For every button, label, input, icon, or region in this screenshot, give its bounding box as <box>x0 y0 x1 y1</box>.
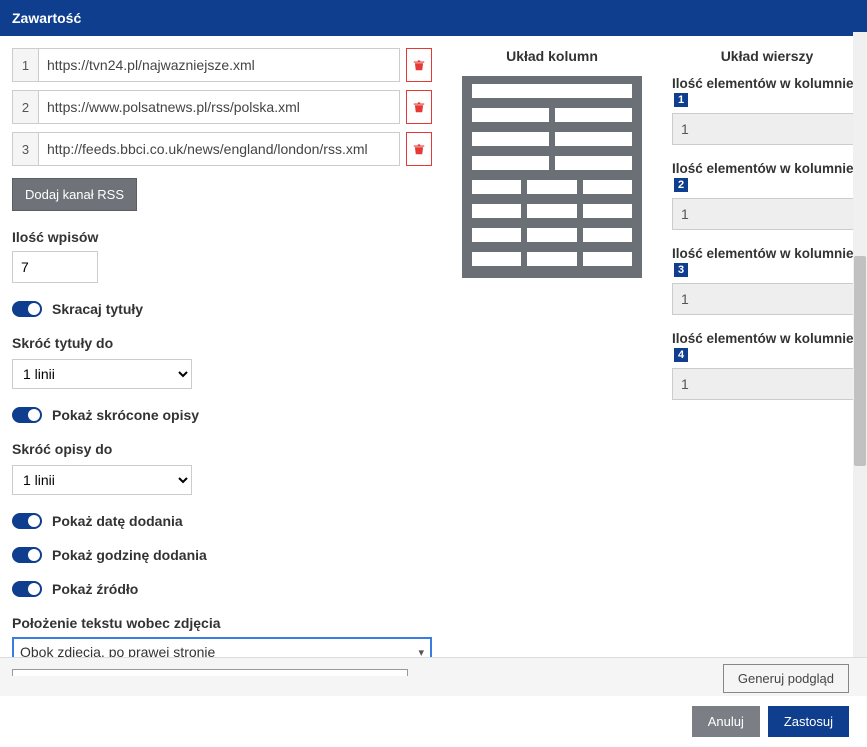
toggle-show-time-label: Pokaż godzinę dodania <box>52 547 207 563</box>
rss-row: 2 <box>12 90 432 124</box>
layout-cell <box>555 132 632 146</box>
left-column: 1 2 3 Dodaj kanał RSS Ilość wpisów Skracaj… <box>12 48 432 664</box>
toggle-show-source-label: Pokaż źródło <box>52 581 138 597</box>
layout-cell <box>527 228 576 242</box>
desc-lines-label: Skróć opisy do <box>12 441 432 457</box>
column-layout-title: Układ kolumn <box>462 48 642 64</box>
row-count-label: Ilość elementów w kolumnie 2 <box>672 161 862 192</box>
toggle-show-date-label: Pokaż datę dodania <box>52 513 183 529</box>
layout-row[interactable] <box>468 132 636 146</box>
toggle-show-time[interactable] <box>12 547 42 563</box>
row-count-field: Ilość elementów w kolumnie 3 <box>672 246 862 315</box>
panel-title: Zawartość <box>12 10 81 26</box>
row-count-input[interactable] <box>672 283 862 315</box>
scrollbar-thumb[interactable] <box>854 256 866 466</box>
row-count-field: Ilość elementów w kolumnie 4 <box>672 331 862 400</box>
layout-cell <box>472 180 521 194</box>
layout-cell <box>583 228 632 242</box>
row-count-label: Ilość elementów w kolumnie 1 <box>672 76 862 107</box>
toggle-show-date[interactable] <box>12 513 42 529</box>
row-count-input[interactable] <box>672 198 862 230</box>
text-position-dropdown: Obok zdjęcia, po lewej stronieObok zdjęc… <box>12 669 408 676</box>
trash-icon <box>412 142 426 156</box>
title-lines-label: Skróć tytuły do <box>12 335 432 351</box>
generate-preview-button[interactable]: Generuj podgląd <box>723 664 849 693</box>
layout-cell <box>527 252 576 266</box>
desc-lines-select[interactable]: 1 linii <box>12 465 192 495</box>
layout-cell <box>583 252 632 266</box>
layout-row[interactable] <box>468 108 636 122</box>
row-layout-section: Układ wierszy Ilość elementów w kolumnie… <box>672 48 862 664</box>
column-layout-section: Układ kolumn <box>462 48 642 664</box>
panel-header: Zawartość <box>0 0 867 36</box>
title-lines-select[interactable]: 1 linii <box>12 359 192 389</box>
layout-row[interactable] <box>468 228 636 242</box>
column-badge: 4 <box>674 348 688 362</box>
toggle-show-descriptions-label: Pokaż skrócone opisy <box>52 407 199 423</box>
footer-bottom: Anuluj Zastosuj <box>0 696 867 747</box>
layout-cell <box>472 84 632 98</box>
column-layout-box[interactable] <box>462 76 642 278</box>
layout-cell <box>472 108 549 122</box>
rss-url-input[interactable] <box>38 90 400 124</box>
layout-cell <box>472 204 521 218</box>
layout-cell <box>472 228 521 242</box>
layout-cell <box>555 108 632 122</box>
toggle-shorten-titles-label: Skracaj tytuły <box>52 301 143 317</box>
row-count-label: Ilość elementów w kolumnie 3 <box>672 246 862 277</box>
row-count-label: Ilość elementów w kolumnie 4 <box>672 331 862 362</box>
trash-icon <box>412 58 426 72</box>
rss-url-input[interactable] <box>38 132 400 166</box>
row-layout-title: Układ wierszy <box>672 48 862 64</box>
delete-rss-button[interactable] <box>406 48 432 82</box>
row-count-input[interactable] <box>672 113 862 145</box>
layout-row[interactable] <box>468 84 636 98</box>
apply-button[interactable]: Zastosuj <box>768 706 849 737</box>
content-area: 1 2 3 Dodaj kanał RSS Ilość wpisów Skracaj… <box>0 36 867 676</box>
rss-index: 3 <box>12 132 38 166</box>
layout-row[interactable] <box>468 204 636 218</box>
toggle-show-source[interactable] <box>12 581 42 597</box>
rss-index: 1 <box>12 48 38 82</box>
layout-cell <box>527 180 576 194</box>
row-count-input[interactable] <box>672 368 862 400</box>
rss-row: 1 <box>12 48 432 82</box>
layout-cell <box>583 204 632 218</box>
rss-index: 2 <box>12 90 38 124</box>
row-count-field: Ilość elementów w kolumnie 2 <box>672 161 862 230</box>
layout-cell <box>527 204 576 218</box>
layout-row[interactable] <box>468 156 636 170</box>
layout-cell <box>472 252 521 266</box>
column-badge: 1 <box>674 93 688 107</box>
entries-label: Ilość wpisów <box>12 229 432 245</box>
rss-url-input[interactable] <box>38 48 400 82</box>
add-rss-button[interactable]: Dodaj kanał RSS <box>12 178 137 211</box>
scrollbar-track[interactable] <box>853 32 867 661</box>
layout-cell <box>472 132 549 146</box>
delete-rss-button[interactable] <box>406 90 432 124</box>
toggle-show-descriptions[interactable] <box>12 407 42 423</box>
layout-cell <box>555 156 632 170</box>
column-badge: 3 <box>674 263 688 277</box>
layout-cell <box>583 180 632 194</box>
entries-input[interactable] <box>12 251 98 283</box>
dropdown-option[interactable]: Obok zdjęcia, po lewej stronie <box>13 670 407 676</box>
toggle-shorten-titles[interactable] <box>12 301 42 317</box>
layout-cell <box>472 156 549 170</box>
cancel-button[interactable]: Anuluj <box>692 706 760 737</box>
layout-row[interactable] <box>468 180 636 194</box>
text-position-label: Położenie tekstu wobec zdjęcia <box>12 615 432 631</box>
delete-rss-button[interactable] <box>406 132 432 166</box>
rss-row: 3 <box>12 132 432 166</box>
column-badge: 2 <box>674 178 688 192</box>
footer-top: Generuj podgląd <box>0 657 867 699</box>
row-count-field: Ilość elementów w kolumnie 1 <box>672 76 862 145</box>
trash-icon <box>412 100 426 114</box>
layout-row[interactable] <box>468 252 636 266</box>
